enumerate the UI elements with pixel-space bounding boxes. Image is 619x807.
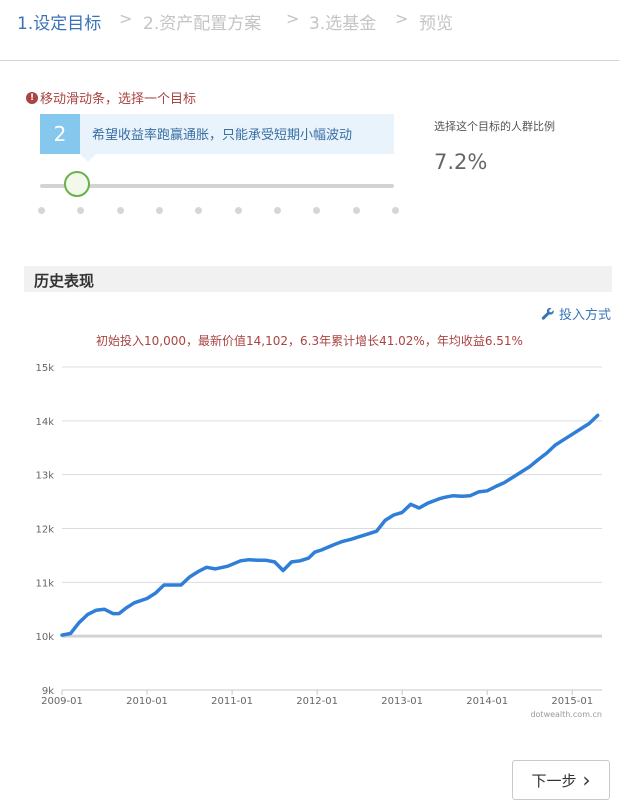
step-4-preview[interactable]: 预览: [419, 9, 453, 34]
step-2-asset-allocation[interactable]: 2.资产配置方案: [143, 9, 261, 34]
slider-hint-text: 移动滑动条，选择一个目标: [40, 92, 197, 107]
selected-goal-box: 2 希望收益率跑赢通胀，只能承受短期小幅波动: [40, 114, 394, 162]
population-ratio-value: 7.2%: [434, 150, 488, 174]
performance-summary: 初始投入10,000，最新价值14,102，6.3年累计增长41.02%，年均收…: [96, 334, 523, 348]
goal-slider-track[interactable]: [40, 184, 394, 188]
slider-stop-dot[interactable]: [38, 207, 45, 214]
slider-stop-dot[interactable]: [116, 207, 124, 214]
step-separator: >: [119, 9, 133, 28]
slider-stop-dot[interactable]: [234, 207, 242, 214]
chart-watermark: dotwealth.com.cn: [530, 710, 602, 719]
step-nav: 1.设定目标 > 2.资产配置方案 > 3.选基金 > 预览: [0, 0, 619, 61]
invest-method-link[interactable]: 投入方式: [541, 304, 611, 323]
exclamation-icon: !: [26, 91, 38, 104]
x-tick-label: 2010-01: [126, 696, 168, 707]
y-tick-label: 14k: [35, 417, 54, 428]
x-tick-label: 2012-01: [296, 696, 338, 707]
slider-stop-dot[interactable]: [313, 207, 321, 214]
x-tick-label: 2015-01: [551, 696, 593, 707]
portfolio-value-line: [60, 413, 600, 637]
slider-stop-dot[interactable]: [77, 207, 85, 214]
goal-slider-handle[interactable]: [64, 171, 90, 197]
x-tick-label: 2009-01: [41, 696, 83, 707]
y-tick-label: 10k: [35, 632, 54, 643]
slider-stop-dot[interactable]: [392, 207, 399, 214]
next-step-label: 下一步: [531, 771, 577, 790]
x-tick-label: 2011-01: [211, 696, 253, 707]
step-1-set-goal[interactable]: 1.设定目标: [17, 9, 101, 34]
goal-description: 希望收益率跑赢通胀，只能承受短期小幅波动: [92, 128, 353, 143]
step-separator: >: [395, 9, 409, 28]
history-section-header: 历史表现: [24, 266, 612, 292]
slider-hint: ! 移动滑动条，选择一个目标: [26, 88, 196, 107]
slider-stop-dot[interactable]: [195, 207, 203, 214]
slider-stop-dot[interactable]: [274, 207, 281, 214]
slider-stop-dot[interactable]: [352, 207, 360, 214]
goal-number-badge: 2: [40, 114, 80, 154]
history-title: 历史表现: [34, 272, 95, 290]
history-chart: 9k10k11k12k13k14k15k2009-01 2010-01 2011-0…: [35, 363, 602, 719]
slider-stop-dot[interactable]: [156, 207, 163, 214]
invest-method-label: 投入方式: [558, 308, 611, 323]
chevron-right-icon: ›: [582, 768, 591, 792]
x-tick-label: 2013-01: [381, 696, 423, 707]
x-tick-label: 2014-01: [466, 696, 508, 707]
next-step-button[interactable]: 下一步 ›: [512, 760, 610, 800]
step-3-select-fund[interactable]: 3.选基金: [309, 9, 376, 34]
goal-box-pointer: [80, 154, 96, 162]
y-tick-label: 11k: [35, 578, 54, 589]
wrench-icon: [541, 307, 554, 320]
population-ratio-label: 选择这个目标的人群比例: [434, 120, 555, 133]
y-tick-label: 12k: [35, 525, 54, 536]
y-tick-label: 15k: [35, 363, 54, 374]
step-separator: >: [286, 9, 300, 28]
y-tick-label: 13k: [35, 471, 54, 482]
